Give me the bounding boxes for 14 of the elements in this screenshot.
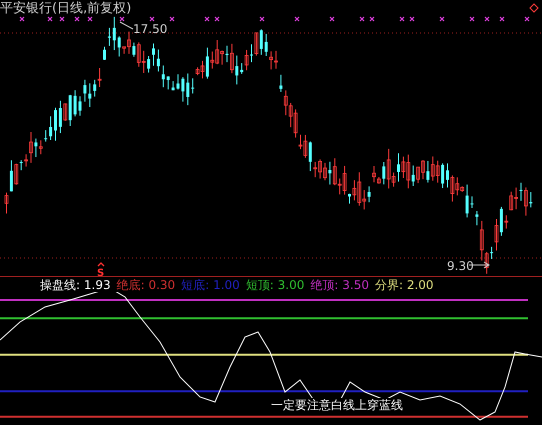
leader-line [120,22,134,30]
note-text: 一定要注意白线上穿蓝线 [271,398,403,412]
level-reading: 短底: 1.00 [181,278,240,292]
high-price-label: 17.50 [133,22,168,36]
chart-title: 平安银行(日线,前复权) [0,1,132,17]
level-reading: 短顶: 3.00 [246,278,304,292]
level-reading: 绝底: 0.30 [116,278,176,292]
signal-mark: S [97,268,104,276]
low-price-label: 9.30 [447,259,474,273]
level-reading: 绝顶: 3.50 [310,278,369,292]
diamond-icon [529,3,539,13]
caret-icon [98,262,104,266]
indicator-reading: 操盘线: 1.93 [40,278,111,292]
level-reading: 分界: 2.00 [374,278,434,292]
